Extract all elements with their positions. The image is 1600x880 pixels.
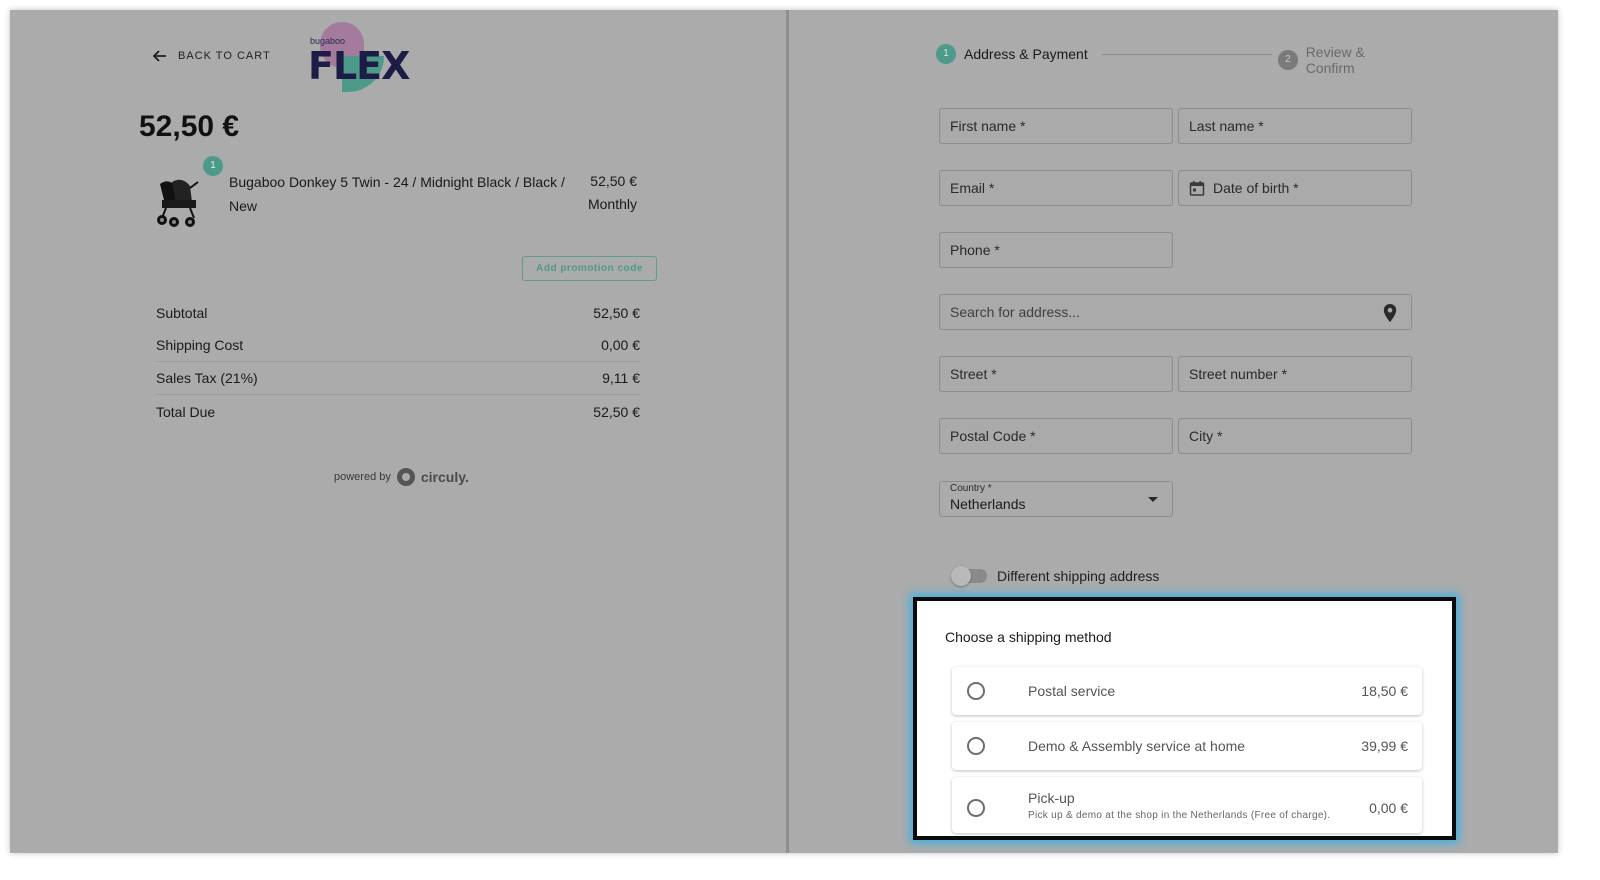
caret-down-icon xyxy=(1148,497,1158,502)
radio-button[interactable] xyxy=(967,737,985,755)
street-number-field[interactable]: Street number * xyxy=(1178,356,1412,392)
radio-button[interactable] xyxy=(967,799,985,817)
shipping-option-pickup[interactable]: Pick-up Pick up & demo at the shop in th… xyxy=(952,777,1422,833)
shipping-option-postal[interactable]: Postal service 18,50 € xyxy=(952,667,1422,715)
add-promotion-code-button[interactable]: Add promotion code xyxy=(522,256,657,281)
shipping-option-demo-assembly[interactable]: Demo & Assembly service at home 39,99 € xyxy=(952,722,1422,770)
arrow-left-icon xyxy=(152,50,166,62)
toggle-switch[interactable] xyxy=(951,566,987,586)
street-field[interactable]: Street * xyxy=(939,356,1173,392)
calendar-icon xyxy=(1189,181,1205,196)
quantity-badge: 1 xyxy=(203,156,223,176)
phone-field[interactable]: Phone * xyxy=(939,232,1173,268)
summary-row: Total Due 52,50 € xyxy=(156,403,640,420)
bugaboo-flex-logo: bugaboo FLEX xyxy=(306,22,410,94)
summary-row: Subtotal 52,50 € xyxy=(156,304,640,321)
checkout-window: BACK TO CART bugaboo FLEX 52,50 € 1 Buga… xyxy=(10,10,1558,853)
different-shipping-toggle[interactable]: Different shipping address xyxy=(951,566,1159,586)
circuly-logo-icon xyxy=(396,468,415,486)
order-total-price: 52,50 € xyxy=(139,110,240,143)
product-price: 52,50 € Monthly xyxy=(587,173,637,212)
first-name-field[interactable]: First name * xyxy=(939,108,1173,144)
summary-row: Sales Tax (21%) 9,11 € xyxy=(156,362,640,395)
back-to-cart-label: BACK TO CART xyxy=(178,50,271,62)
email-field[interactable]: Email * xyxy=(939,170,1173,206)
postal-code-field[interactable]: Postal Code * xyxy=(939,418,1173,454)
location-pin-icon[interactable] xyxy=(1383,304,1397,322)
powered-by-circuly[interactable]: powered by circuly. xyxy=(334,468,469,486)
date-of-birth-field[interactable]: Date of birth * xyxy=(1178,170,1412,206)
stroller-image xyxy=(157,179,199,227)
back-to-cart-link[interactable]: BACK TO CART xyxy=(152,48,271,64)
radio-button[interactable] xyxy=(967,682,985,700)
step-review-confirm[interactable]: 2 Review & Confirm xyxy=(1278,44,1416,76)
order-summary: Subtotal 52,50 € Shipping Cost 0,00 € Sale… xyxy=(156,296,640,428)
pane-divider xyxy=(786,10,789,853)
summary-row: Shipping Cost 0,00 € xyxy=(156,329,640,362)
shipping-method-title: Choose a shipping method xyxy=(945,629,1112,645)
city-field[interactable]: City * xyxy=(1178,418,1412,454)
last-name-field[interactable]: Last name * xyxy=(1178,108,1412,144)
checkout-stepper: 1 Address & Payment 2 Review & Confirm xyxy=(936,44,1416,76)
product-name: Bugaboo Donkey 5 Twin - 24 / Midnight Bl… xyxy=(229,174,565,214)
step-address-payment[interactable]: 1 Address & Payment xyxy=(936,44,1088,64)
country-select[interactable]: Country * Netherlands xyxy=(939,481,1173,517)
address-search-input[interactable]: Search for address... xyxy=(939,294,1412,330)
